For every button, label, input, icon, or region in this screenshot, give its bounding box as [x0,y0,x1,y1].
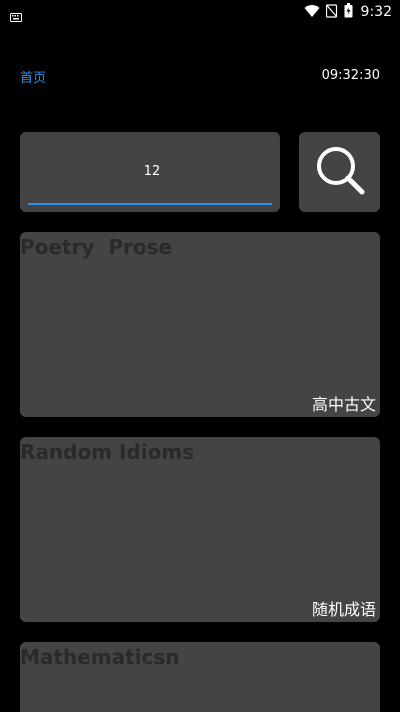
keyboard-icon [10,7,22,26]
status-bar: 9:32 [0,0,400,24]
card-title: Mathematicsn [20,645,180,669]
search-underline [28,203,272,205]
wifi-icon [304,3,320,22]
search-button[interactable] [299,132,380,212]
card-subtitle: 随机成语 [311,600,376,619]
search-input[interactable] [28,152,276,190]
page-title[interactable]: 首页 [20,67,46,86]
current-time: 09:32:30 [321,68,380,83]
card-subtitle: 高中古文 [311,395,376,414]
signal-icon [325,3,338,22]
search-box [20,132,280,212]
card-title: Poetry Prose [20,235,173,259]
battery-icon [344,2,353,22]
status-clock: 9:32 [360,4,392,20]
card-mathematics[interactable]: Mathematicsn [20,642,380,712]
card-title: Random Idioms [20,440,195,464]
search-icon [314,144,366,200]
card-random-idioms[interactable]: Random Idioms 随机成语 [20,437,380,622]
card-poetry-prose[interactable]: Poetry Prose 高中古文 [20,232,380,417]
